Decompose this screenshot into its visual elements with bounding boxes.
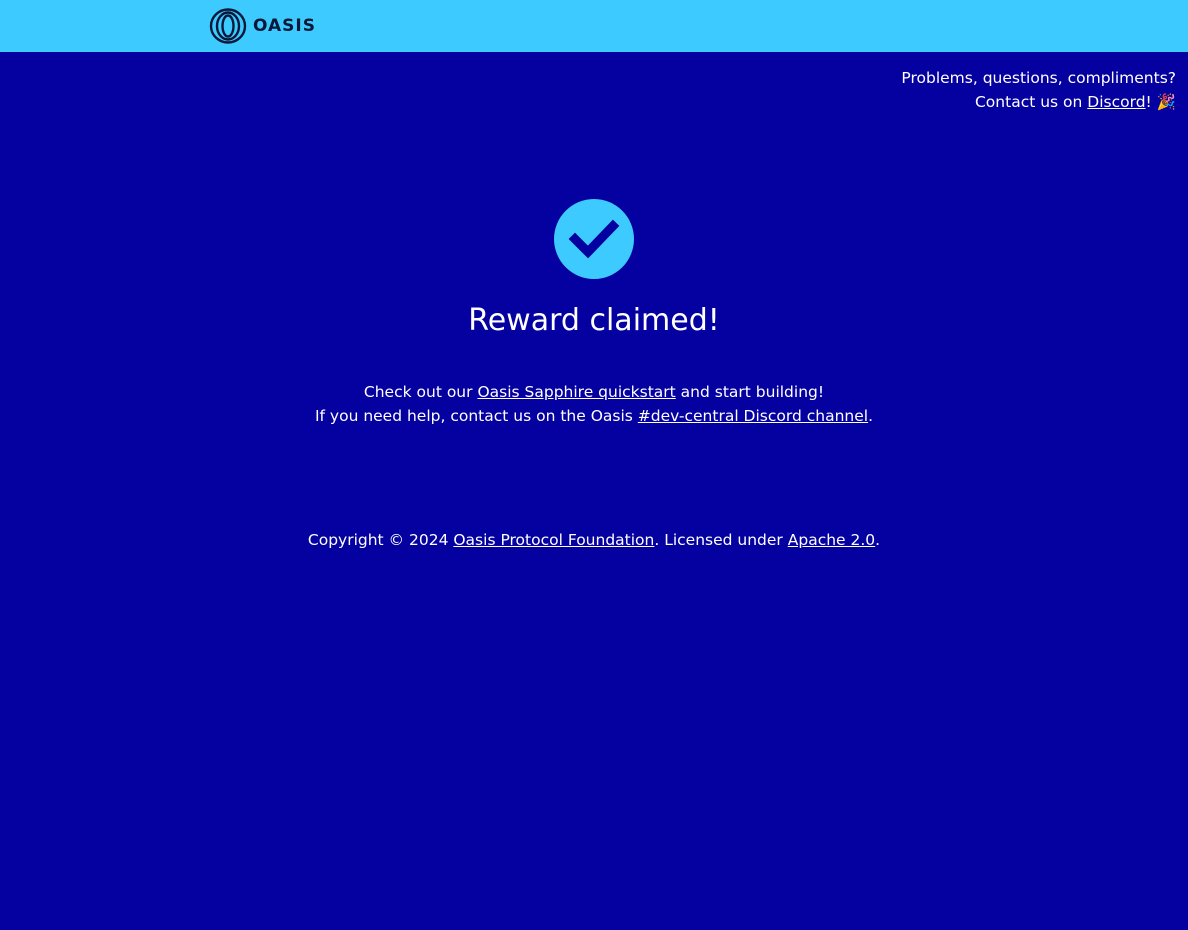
contact-line-1: Problems, questions, compliments? [901,69,1176,87]
message-line-1-suffix: and start building! [675,383,825,401]
contact-line-2: Contact us on Discord! 🎉 [901,90,1176,114]
message-line-2: If you need help, contact us on the Oasi… [0,404,1188,428]
footer-prefix: Copyright © 2024 [307,531,454,549]
discord-link[interactable]: Discord [1087,93,1145,111]
oasis-foundation-link[interactable]: Oasis Protocol Foundation [453,531,654,549]
message-line-2-suffix: . [868,407,874,425]
check-circle-icon [554,199,634,279]
contact-line-2-suffix: ! 🎉 [1145,93,1176,111]
reward-message: Check out our Oasis Sapphire quickstart … [0,380,1188,428]
footer-copyright: Copyright © 2024 Oasis Protocol Foundati… [0,528,1188,552]
footer-middle: . Licensed under [654,531,788,549]
dev-central-discord-link[interactable]: #dev-central Discord channel [638,407,868,425]
page-title: Reward claimed! [468,303,720,338]
sapphire-quickstart-link[interactable]: Oasis Sapphire quickstart [477,383,675,401]
contact-line-2-prefix: Contact us on [974,93,1088,111]
logo-text: OASIS [253,16,316,36]
contact-note: Problems, questions, compliments? Contac… [901,66,1176,114]
message-line-1-prefix: Check out our [363,383,478,401]
oasis-ring-logo-icon [209,8,247,44]
message-line-1: Check out our Oasis Sapphire quickstart … [0,380,1188,404]
top-header-bar: OASIS [0,0,1188,52]
oasis-logo-link[interactable]: OASIS [209,8,316,44]
message-line-2-prefix: If you need help, contact us on the Oasi… [314,407,638,425]
apache-license-link[interactable]: Apache 2.0 [788,531,875,549]
footer-suffix: . [875,531,881,549]
